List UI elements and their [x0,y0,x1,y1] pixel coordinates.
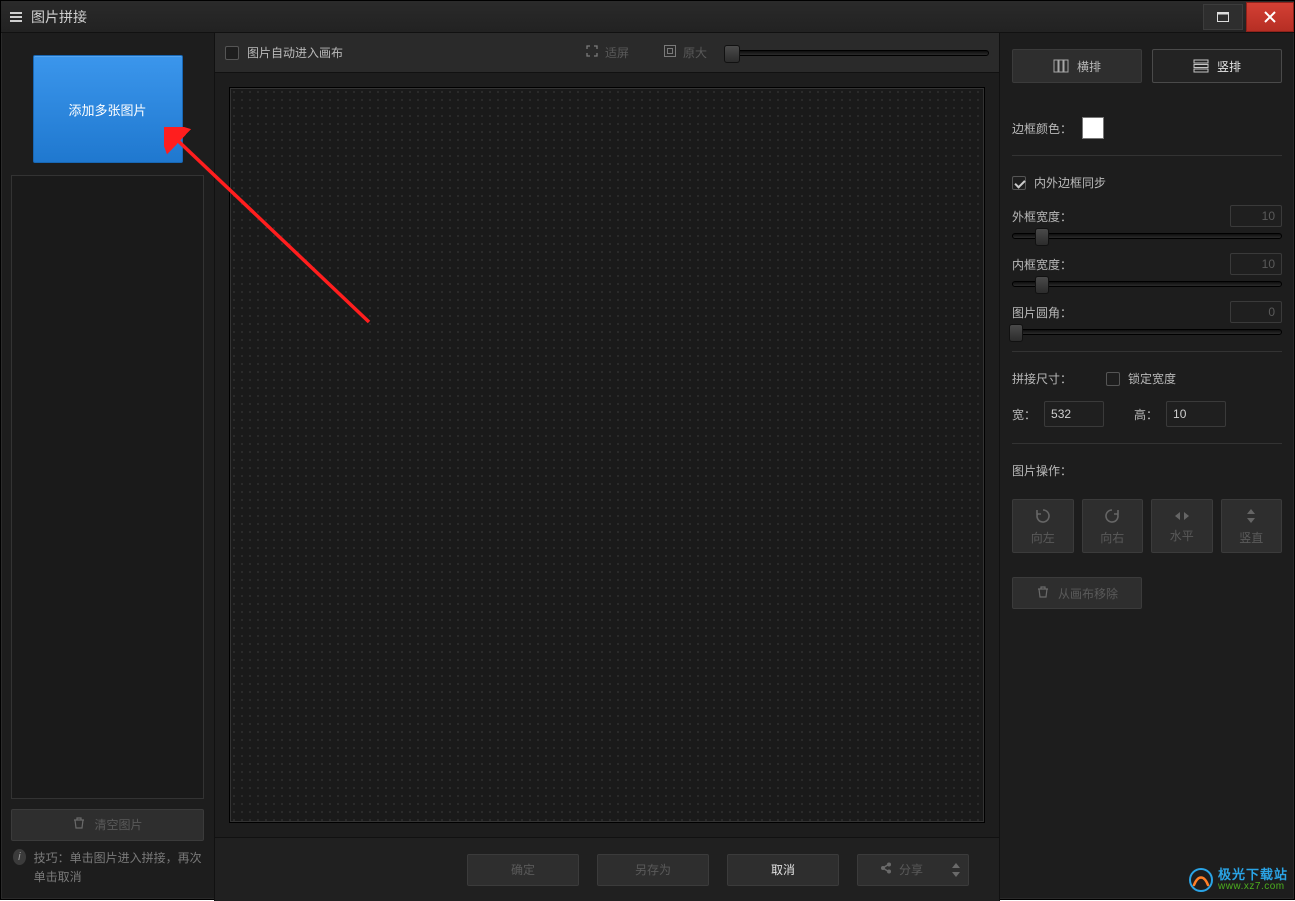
actual-size-button[interactable]: 原大 [663,44,707,61]
close-button[interactable] [1246,2,1294,32]
width-input[interactable]: 532 [1044,401,1104,427]
outer-width-block: 外框宽度： 10 [1012,205,1282,239]
width-height-row: 宽： 532 高： 10 [1012,401,1282,427]
add-images-button[interactable]: 添加多张图片 [33,55,183,163]
outer-width-slider[interactable] [1012,233,1282,239]
share-label: 分享 [899,861,923,878]
stitch-size-label: 拼接尺寸： [1012,370,1072,387]
inner-width-label: 内框宽度： [1012,256,1072,273]
inner-width-slider[interactable] [1012,281,1282,287]
fit-screen-button[interactable]: 适屏 [585,44,629,61]
rotate-right-button[interactable]: 向右 [1082,499,1144,553]
center: 图片自动进入画布 适屏 原大 [215,33,1000,901]
corner-radius-block: 图片圆角： 0 [1012,301,1282,335]
checkbox-checked-icon [1012,176,1026,190]
columns-icon [1053,59,1069,73]
watermark-url: www.xz7.com [1218,882,1288,893]
checkbox-icon [1106,372,1120,386]
close-icon [1263,10,1277,24]
chevron-updown-icon [952,863,960,877]
slider-thumb[interactable] [1035,276,1049,294]
ok-button[interactable]: 确定 [467,854,579,886]
slider-thumb[interactable] [1035,228,1049,246]
lock-width-label: 锁定宽度 [1128,370,1176,387]
flip-vertical-icon [1244,507,1258,525]
inner-width-value[interactable]: 10 [1230,253,1282,275]
zoom-slider[interactable] [729,50,989,56]
clear-images-label: 清空图片 [94,816,142,833]
rotate-right-icon [1103,507,1121,525]
flip-vertical-button[interactable]: 竖直 [1221,499,1283,553]
flip-horizontal-icon [1173,509,1191,523]
actual-icon [663,44,677,61]
app-window: 图片拼接 添加多张图片 清空图片 [0,0,1295,900]
watermark: 极光下载站 www.xz7.com [1188,867,1288,893]
outer-width-label: 外框宽度： [1012,208,1072,225]
border-color-swatch[interactable] [1082,117,1104,139]
fit-label: 适屏 [605,44,629,61]
divider [1012,351,1282,352]
tip-text: 技巧：单击图片进入拼接，再次单击取消 [34,849,204,887]
remove-label: 从画布移除 [1058,585,1118,602]
corner-radius-label: 图片圆角： [1012,304,1072,321]
rotate-left-button[interactable]: 向左 [1012,499,1074,553]
save-as-button[interactable]: 另存为 [597,854,709,886]
maximize-icon [1217,12,1229,22]
height-label: 高： [1134,406,1158,423]
slider-thumb[interactable] [1009,324,1023,342]
image-ops: 向左 向右 水平 竖直 [1012,499,1282,553]
sync-border-label: 内外边框同步 [1034,174,1106,191]
share-button[interactable]: 分享 [857,854,969,886]
fit-icon [585,44,599,61]
trash-icon [72,816,86,833]
divider [1012,155,1282,156]
canvas[interactable] [229,87,985,823]
outer-width-value[interactable]: 10 [1230,205,1282,227]
checkbox-lock-width[interactable]: 锁定宽度 [1106,370,1176,387]
width-label: 宽： [1012,406,1036,423]
border-color-label: 边框颜色： [1012,120,1072,137]
rows-icon [1193,59,1209,73]
rotate-left-icon [1034,507,1052,525]
info-icon: i [13,849,26,865]
inner-width-block: 内框宽度： 10 [1012,253,1282,287]
auto-canvas-label: 图片自动进入画布 [247,44,343,61]
window-title: 图片拼接 [31,7,87,27]
trash-icon [1036,585,1050,602]
image-list[interactable] [11,175,204,799]
corner-radius-slider[interactable] [1012,329,1282,335]
footer-actions: 确定 另存为 取消 分享 [215,837,999,901]
maximize-button[interactable] [1203,4,1243,30]
image-ops-label: 图片操作： [1012,462,1282,479]
tab-vertical[interactable]: 竖排 [1152,49,1282,83]
checkbox-auto-canvas[interactable]: 图片自动进入画布 [225,44,343,61]
stitch-size-row: 拼接尺寸： 锁定宽度 [1012,370,1282,387]
zoom-thumb[interactable] [724,45,740,63]
remove-from-canvas-button[interactable]: 从画布移除 [1012,577,1142,609]
checkbox-sync-border[interactable]: 内外边框同步 [1012,174,1282,191]
watermark-icon [1188,867,1214,893]
add-images-label: 添加多张图片 [68,100,146,119]
height-input[interactable]: 10 [1166,401,1226,427]
tip: i 技巧：单击图片进入拼接，再次单击取消 [11,841,204,891]
cancel-button[interactable]: 取消 [727,854,839,886]
divider [1012,443,1282,444]
sidebar: 添加多张图片 清空图片 i 技巧：单击图片进入拼接，再次单击取消 [1,33,215,901]
corner-radius-value[interactable]: 0 [1230,301,1282,323]
tab-horizontal[interactable]: 横排 [1012,49,1142,83]
flip-horizontal-button[interactable]: 水平 [1151,499,1213,553]
watermark-title: 极光下载站 [1218,868,1288,882]
titlebar: 图片拼接 [1,1,1294,33]
app-icon [9,10,23,24]
border-color-row: 边框颜色： [1012,117,1282,139]
share-icon [879,861,893,878]
checkbox-icon [225,46,239,60]
actual-label: 原大 [683,44,707,61]
clear-images-button[interactable]: 清空图片 [11,809,204,841]
settings-panel: 横排 竖排 边框颜色： 内外边框同步 外框宽度： 10 [1000,33,1294,901]
canvas-toolbar: 图片自动进入画布 适屏 原大 [215,33,999,73]
